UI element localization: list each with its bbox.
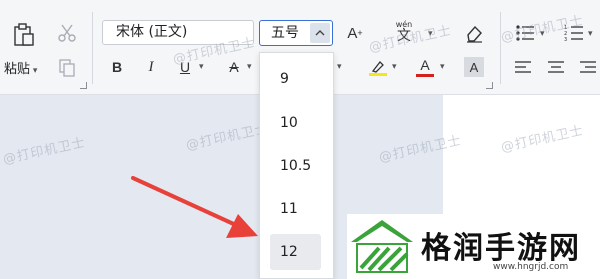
brand-logo: 格润手游网 www.hngrjd.com bbox=[347, 214, 600, 279]
underline-label: U bbox=[179, 59, 191, 75]
chevron-down-icon[interactable]: ▾ bbox=[588, 29, 593, 39]
grow-font-label: A bbox=[347, 24, 358, 42]
chevron-down-icon[interactable]: ▾ bbox=[247, 62, 252, 72]
copy-icon[interactable] bbox=[56, 56, 78, 78]
svg-text:3: 3 bbox=[564, 37, 567, 42]
eraser-icon[interactable] bbox=[463, 22, 485, 44]
phonetic-char: 文 bbox=[397, 28, 411, 44]
character-shading-button[interactable]: A bbox=[464, 57, 484, 77]
font-size-select[interactable]: 五号 bbox=[259, 20, 333, 46]
chevron-down-icon[interactable]: ▾ bbox=[199, 62, 204, 72]
chevron-down-icon[interactable]: ▾ bbox=[428, 29, 433, 39]
paste-button[interactable]: 粘贴 ▾ bbox=[4, 58, 37, 77]
phonetic-guide-button[interactable]: wén 文 bbox=[383, 18, 425, 46]
strikethrough-button[interactable]: A bbox=[225, 58, 243, 76]
italic-label: I bbox=[148, 58, 154, 75]
font-size-option-9[interactable]: 9 bbox=[280, 71, 289, 87]
brand-url: www.hngrjd.com bbox=[493, 262, 569, 272]
character-shading-label: A bbox=[469, 59, 479, 75]
paste-label: 粘贴 bbox=[4, 62, 31, 77]
bold-button[interactable]: B bbox=[108, 58, 126, 76]
font-size-dropdown: 9 10 10.5 11 12 bbox=[259, 52, 334, 279]
align-left-icon[interactable] bbox=[513, 58, 533, 76]
italic-button[interactable]: I bbox=[142, 58, 160, 76]
bold-label: B bbox=[111, 59, 123, 75]
plus-icon: + bbox=[357, 28, 363, 38]
highlight-color-bar bbox=[369, 72, 387, 76]
strikethrough-label: A bbox=[229, 59, 239, 75]
font-color-bar bbox=[416, 74, 434, 77]
font-dialog-launcher-icon[interactable] bbox=[486, 82, 493, 89]
font-size-option-11[interactable]: 11 bbox=[280, 201, 298, 217]
font-size-option-10-5[interactable]: 10.5 bbox=[280, 158, 311, 174]
numbered-list-icon[interactable]: 123 bbox=[563, 22, 585, 44]
cut-icon[interactable] bbox=[56, 22, 78, 44]
font-color-label: A bbox=[420, 57, 430, 73]
underline-button[interactable]: U bbox=[176, 58, 194, 76]
grow-font-button[interactable]: A + bbox=[344, 22, 366, 44]
font-color-button[interactable]: A bbox=[414, 55, 436, 79]
clipboard-dialog-launcher-icon[interactable] bbox=[80, 82, 87, 89]
brand-house-icon bbox=[351, 220, 413, 273]
group-divider bbox=[500, 12, 501, 84]
font-name-select[interactable]: 宋体 (正文) bbox=[102, 20, 254, 45]
font-size-value: 五号 bbox=[271, 25, 299, 41]
chevron-down-icon[interactable]: ▾ bbox=[392, 62, 397, 72]
paste-icon[interactable] bbox=[10, 20, 38, 48]
font-name-value: 宋体 (正文) bbox=[116, 24, 188, 40]
brand-title: 格润手游网 bbox=[421, 231, 581, 266]
font-size-option-10[interactable]: 10 bbox=[280, 115, 298, 131]
group-divider bbox=[92, 12, 93, 84]
align-right-icon[interactable] bbox=[578, 58, 598, 76]
chevron-down-icon[interactable]: ▾ bbox=[440, 62, 445, 72]
bullet-list-icon[interactable] bbox=[514, 22, 536, 44]
chevron-up-icon[interactable] bbox=[310, 23, 330, 43]
chevron-down-icon[interactable]: ▾ bbox=[540, 29, 545, 39]
chevron-down-icon: ▾ bbox=[30, 66, 38, 76]
font-size-option-12[interactable]: 12 bbox=[280, 244, 298, 260]
highlight-color-button[interactable] bbox=[367, 55, 389, 79]
chevron-down-icon[interactable]: ▾ bbox=[337, 62, 342, 72]
align-center-icon[interactable] bbox=[546, 58, 566, 76]
